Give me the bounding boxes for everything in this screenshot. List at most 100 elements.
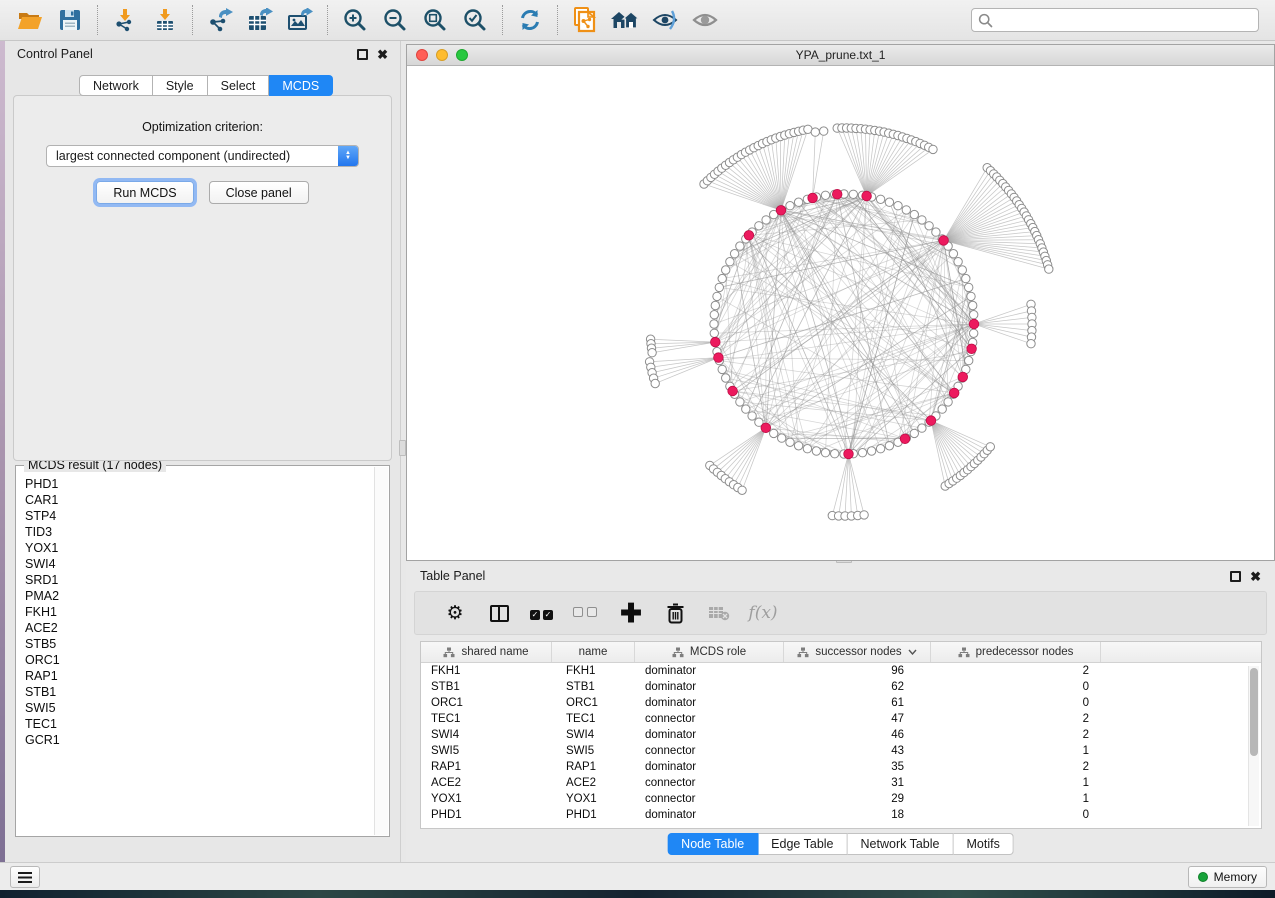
network-node[interactable] [821, 191, 829, 199]
network-node[interactable] [929, 145, 937, 153]
mcds-node[interactable] [728, 386, 738, 396]
network-home-button[interactable] [605, 4, 645, 36]
mcds-node[interactable] [744, 231, 754, 241]
network-node[interactable] [1045, 265, 1053, 273]
table-row[interactable]: FKH1FKH1dominator962 [421, 663, 1261, 679]
network-node[interactable] [762, 216, 770, 224]
select-all-button[interactable]: ✓✓ [521, 604, 565, 622]
mcds-node[interactable] [900, 434, 910, 444]
refresh-button[interactable] [510, 4, 550, 36]
network-node[interactable] [910, 429, 918, 437]
mcds-node[interactable] [939, 236, 949, 246]
network-node[interactable] [1027, 340, 1035, 348]
network-node[interactable] [820, 127, 828, 135]
network-node[interactable] [876, 445, 884, 453]
export-network-button[interactable] [200, 4, 240, 36]
tab-edge-table[interactable]: Edge Table [758, 833, 847, 855]
network-node[interactable] [876, 195, 884, 203]
column-header-shared-name[interactable]: shared name [421, 642, 552, 662]
mcds-result-item[interactable]: PMA2 [25, 588, 374, 604]
criterion-dropdown[interactable]: largest connected component (undirected)… [46, 145, 359, 167]
table-row[interactable]: PHD1PHD1dominator180 [421, 807, 1261, 823]
network-node[interactable] [778, 434, 786, 442]
import-table-button[interactable] [145, 4, 185, 36]
network-node[interactable] [965, 283, 973, 291]
mcds-result-item[interactable]: ACE2 [25, 620, 374, 636]
network-node[interactable] [718, 365, 726, 373]
network-node[interactable] [962, 274, 970, 282]
close-table-panel-button[interactable]: ✖ [1250, 570, 1261, 583]
column-header-predecessor-nodes[interactable]: predecessor nodes [931, 642, 1101, 662]
network-node[interactable] [794, 442, 802, 450]
network-node[interactable] [711, 301, 719, 309]
network-node[interactable] [831, 450, 839, 458]
tab-select[interactable]: Select [208, 75, 270, 96]
mcds-node[interactable] [967, 344, 977, 354]
table-row[interactable]: SWI4SWI4dominator462 [421, 727, 1261, 743]
network-node[interactable] [811, 128, 819, 136]
mcds-node[interactable] [969, 319, 979, 329]
search-input[interactable] [993, 13, 1252, 27]
network-node[interactable] [970, 329, 978, 337]
tab-mcds[interactable]: MCDS [269, 75, 333, 96]
split-divider-grip-vertical[interactable] [399, 440, 406, 456]
network-node[interactable] [894, 202, 902, 210]
network-node[interactable] [885, 198, 893, 206]
mcds-result-item[interactable]: STB1 [25, 684, 374, 700]
network-node[interactable] [770, 429, 778, 437]
network-node[interactable] [713, 292, 721, 300]
network-node[interactable] [932, 228, 940, 236]
table-settings-button[interactable]: ⚙ [433, 602, 477, 624]
network-node[interactable] [648, 349, 656, 357]
network-node[interactable] [726, 258, 734, 266]
mcds-node[interactable] [776, 206, 786, 216]
close-panel-button-mcds[interactable]: Close panel [209, 181, 309, 204]
network-node[interactable] [954, 258, 962, 266]
tab-network-table[interactable]: Network Table [848, 833, 954, 855]
network-node[interactable] [651, 379, 659, 387]
show-panels-list-button[interactable] [10, 866, 40, 888]
network-node[interactable] [967, 292, 975, 300]
network-node[interactable] [736, 242, 744, 250]
mcds-node[interactable] [808, 193, 818, 203]
network-node[interactable] [938, 405, 946, 413]
mcds-result-item[interactable]: RAP1 [25, 668, 374, 684]
mcds-result-item[interactable]: SWI5 [25, 700, 374, 716]
network-node[interactable] [949, 250, 957, 258]
table-scrollbar-thumb[interactable] [1250, 668, 1258, 756]
network-node[interactable] [902, 206, 910, 214]
save-session-button[interactable] [50, 4, 90, 36]
network-node[interactable] [925, 222, 933, 230]
network-canvas[interactable] [407, 66, 1274, 560]
clone-network-button[interactable] [565, 4, 605, 36]
memory-button[interactable]: Memory [1188, 866, 1267, 888]
show-details-button[interactable] [685, 4, 725, 36]
network-node[interactable] [794, 198, 802, 206]
zoom-selected-button[interactable] [455, 4, 495, 36]
network-node[interactable] [918, 216, 926, 224]
network-node[interactable] [944, 398, 952, 406]
network-node[interactable] [722, 266, 730, 274]
mcds-result-item[interactable]: TEC1 [25, 716, 374, 732]
delete-button[interactable] [653, 603, 697, 624]
table-row[interactable]: ACE2ACE2connector311 [421, 775, 1261, 791]
network-node[interactable] [710, 329, 718, 337]
close-panel-button[interactable]: ✖ [377, 48, 388, 61]
column-header-name[interactable]: name [552, 642, 635, 662]
network-node[interactable] [755, 222, 763, 230]
network-node[interactable] [738, 486, 746, 494]
network-node[interactable] [910, 210, 918, 218]
mcds-result-item[interactable]: SRD1 [25, 572, 374, 588]
network-node[interactable] [718, 274, 726, 282]
mcds-result-item[interactable]: CAR1 [25, 492, 374, 508]
mcds-node[interactable] [832, 189, 842, 199]
search-box[interactable] [971, 8, 1259, 32]
mcds-result-item[interactable]: STP4 [25, 508, 374, 524]
network-node[interactable] [958, 266, 966, 274]
network-node[interactable] [715, 283, 723, 291]
mcds-result-item[interactable]: ORC1 [25, 652, 374, 668]
network-node[interactable] [710, 320, 718, 328]
network-node[interactable] [885, 442, 893, 450]
network-node[interactable] [803, 445, 811, 453]
export-table-button[interactable] [240, 4, 280, 36]
